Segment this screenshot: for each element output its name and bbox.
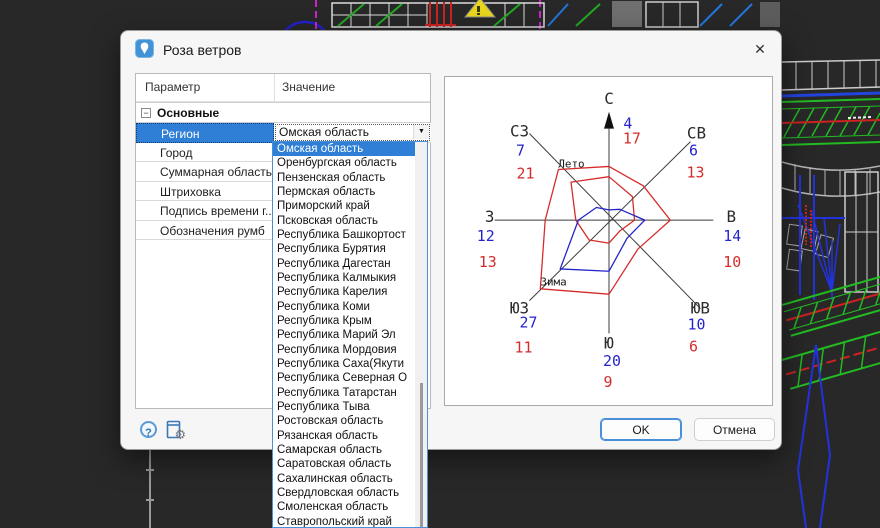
dropdown-item[interactable]: Саратовская область — [273, 457, 415, 471]
dropdown-item[interactable]: Ставропольский край — [273, 515, 415, 528]
dropdown-item[interactable]: Республика Карелия — [273, 285, 415, 299]
dropdown-item[interactable]: Омская область — [273, 142, 415, 156]
param-row-label: Город — [160, 146, 192, 160]
dropdown-item[interactable]: Республика Мордовия — [273, 343, 415, 357]
wind-rose-dialog-icon — [135, 39, 154, 58]
dropdown-item[interactable]: Пермская область — [273, 185, 415, 199]
summer-value: 13 — [479, 253, 497, 271]
parameter-rows: Регион Город Суммарная область Штриховка Под… — [136, 123, 274, 240]
summer-value: 13 — [686, 163, 704, 181]
svg-text:⚙: ⚙ — [175, 428, 187, 441]
dropdown-item[interactable]: Сахалинская область — [273, 472, 415, 486]
dropdown-item[interactable]: Республика Крым — [273, 314, 415, 328]
param-row[interactable]: Суммарная область — [136, 162, 274, 182]
winter-value: 14 — [723, 227, 741, 245]
param-row-label: Подпись времени г... — [160, 204, 275, 218]
param-row-label: Штриховка — [160, 185, 221, 199]
param-row[interactable]: Регион — [136, 123, 274, 143]
cancel-button[interactable]: Отмена — [694, 418, 775, 441]
collapse-icon[interactable]: − — [141, 108, 151, 118]
summer-value: 17 — [623, 130, 641, 148]
param-row[interactable]: Подпись времени г... — [136, 201, 274, 221]
summer-value: 11 — [515, 338, 533, 356]
winter-label: Зима — [540, 276, 566, 289]
direction-label: СЗ — [510, 122, 529, 141]
winter-value: 20 — [603, 352, 621, 370]
summer-polygon — [571, 177, 635, 243]
chevron-down-icon: ▼ — [414, 125, 429, 139]
dropdown-item[interactable]: Приморский край — [273, 199, 415, 213]
param-row[interactable]: Штриховка — [136, 182, 274, 202]
dropdown-item[interactable]: Республика Марий Эл — [273, 328, 415, 342]
summer-label: Лето — [558, 157, 584, 170]
dropdown-item[interactable]: Республика Бурятия — [273, 242, 415, 256]
wind-rose-preview-panel: С417СВ613В1410ЮВ106Ю209ЮЗ2711З1213СЗ721Л… — [444, 76, 773, 406]
wind-rose-chart: С417СВ613В1410ЮВ106Ю209ЮЗ2711З1213СЗ721Л… — [445, 77, 772, 405]
dropdown-item[interactable]: Ростовская область — [273, 414, 415, 428]
dropdown-item[interactable]: Республика Тыва — [273, 400, 415, 414]
close-icon[interactable]: ✕ — [751, 40, 769, 58]
dropdown-item[interactable]: Оренбургская область — [273, 156, 415, 170]
dropdown-item[interactable]: Республика Северная О — [273, 371, 415, 385]
winter-value: 12 — [477, 227, 495, 245]
combo-dropdown-button[interactable]: ▼ — [413, 125, 429, 139]
dropdown-item[interactable]: Республика Саха(Якути — [273, 357, 415, 371]
dropdown-item[interactable]: Смоленская область — [273, 500, 415, 514]
dropdown-item[interactable]: Пензенская область — [273, 171, 415, 185]
help-button[interactable]: ? — [140, 421, 157, 438]
direction-label: З — [485, 207, 495, 226]
param-row-label: Суммарная область — [160, 165, 272, 179]
direction-label: В — [726, 207, 736, 226]
param-row[interactable]: Обозначения румб — [136, 221, 274, 241]
direction-label: СВ — [687, 124, 706, 143]
question-icon: ? — [145, 427, 152, 439]
summer-value: 21 — [517, 164, 535, 182]
dropdown-item[interactable]: Республика Дагестан — [273, 257, 415, 271]
summer-value: 6 — [689, 337, 698, 355]
region-value-text: Омская область — [279, 125, 369, 139]
wind-rose-dialog: Роза ветров ✕ Параметр Значение − Основн… — [120, 30, 782, 450]
dialog-titlebar[interactable]: Роза ветров ✕ — [121, 31, 781, 73]
north-arrow-icon — [604, 112, 614, 129]
summer-value: 10 — [723, 253, 741, 271]
dropdown-item[interactable]: Псковская область — [273, 214, 415, 228]
table-header: Параметр Значение — [136, 74, 430, 102]
winter-value: 10 — [687, 315, 705, 333]
param-row[interactable]: Город — [136, 143, 274, 163]
settings-button[interactable]: ⚙ — [164, 419, 186, 441]
application-window: Роза ветров ✕ Параметр Значение − Основн… — [0, 0, 880, 528]
region-dropdown-list[interactable]: Омская областьОренбургская областьПензен… — [272, 141, 428, 528]
dropdown-item[interactable]: Республика Башкортост — [273, 228, 415, 242]
winter-value: 27 — [520, 313, 538, 331]
column-divider — [274, 74, 275, 102]
winter-value: 6 — [689, 142, 698, 160]
dropdown-item[interactable]: Рязанская область — [273, 429, 415, 443]
column-header-parameter: Параметр — [145, 80, 200, 94]
winter-value: 7 — [516, 142, 525, 160]
direction-label: Ю — [604, 333, 614, 352]
summer-value: 9 — [604, 373, 613, 391]
dropdown-item[interactable]: Самарская область — [273, 443, 415, 457]
dropdown-item[interactable]: Республика Калмыкия — [273, 271, 415, 285]
column-header-value: Значение — [282, 80, 335, 94]
page-gear-icon: ⚙ — [164, 419, 186, 441]
ok-button[interactable]: OK — [600, 418, 682, 441]
group-row-main[interactable]: − Основные — [136, 102, 430, 123]
param-row-label: Регион — [161, 127, 200, 141]
param-row-label: Обозначения румб — [160, 224, 265, 238]
dropdown-item[interactable]: Республика Коми — [273, 300, 415, 314]
direction-label: С — [604, 89, 614, 108]
dropdown-item[interactable]: Свердловская область — [273, 486, 415, 500]
region-value-combobox[interactable]: Омская область ▼ — [274, 123, 431, 143]
dropdown-items: Омская областьОренбургская областьПензен… — [273, 142, 415, 528]
dialog-title: Роза ветров — [163, 42, 241, 58]
dropdown-item[interactable]: Республика Татарстан — [273, 386, 415, 400]
group-label: Основные — [157, 106, 219, 120]
dropdown-scrollbar-thumb[interactable] — [420, 383, 423, 528]
